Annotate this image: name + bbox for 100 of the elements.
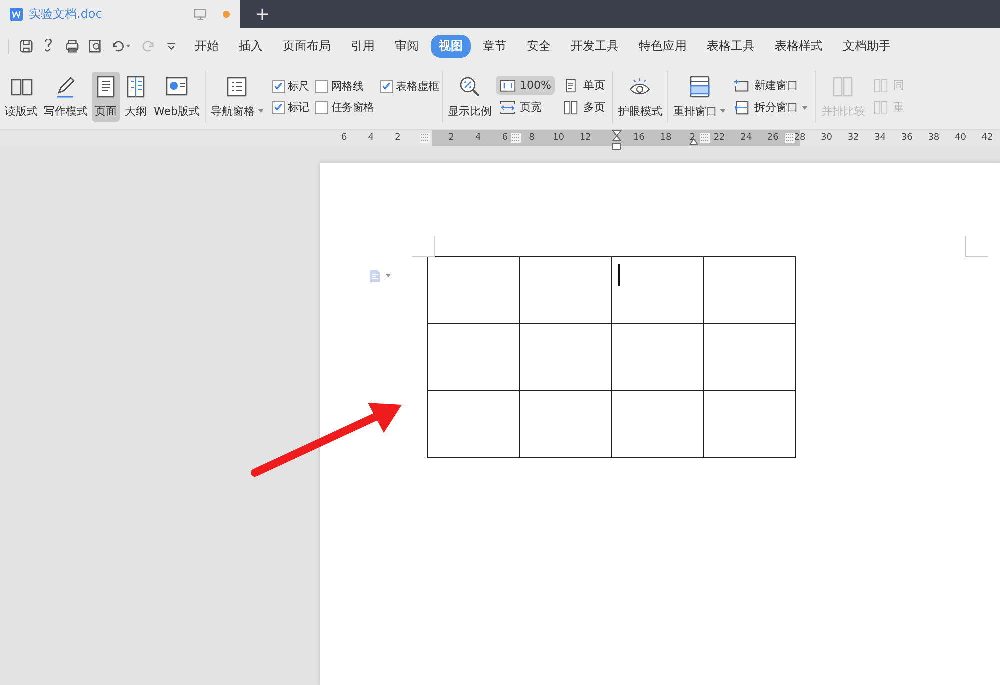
option-checkbox[interactable]: 标尺 — [272, 78, 310, 94]
page-fit-button[interactable]: 多页 — [559, 98, 610, 117]
checkbox[interactable] — [315, 80, 328, 92]
print-icon[interactable] — [65, 38, 80, 54]
menu-tab[interactable]: 开发工具 — [563, 34, 627, 58]
menu-tab[interactable]: 章节 — [475, 34, 515, 58]
ruler-number: 4 — [368, 133, 374, 143]
document-icon — [10, 8, 23, 20]
checkbox[interactable] — [272, 100, 285, 114]
menu-tab[interactable]: 文档助手 — [835, 34, 899, 58]
table-cell[interactable] — [428, 390, 520, 458]
view-mode-button[interactable]: Web版式 — [152, 72, 202, 122]
ruler-number: 4 — [476, 133, 482, 143]
caret-icon — [386, 274, 391, 278]
option-checkbox[interactable]: 标记 — [272, 100, 310, 114]
menu-tab[interactable]: 插入 — [231, 34, 271, 58]
table-cell[interactable] — [428, 324, 520, 390]
ruler-number: 38 — [928, 133, 940, 143]
margin-grip-icon[interactable] — [785, 133, 795, 143]
right-indent-icon[interactable] — [689, 138, 699, 146]
caret-icon — [720, 109, 726, 113]
menu-tab[interactable]: 特色应用 — [631, 34, 695, 58]
view-mode-button[interactable]: 大纲 — [122, 72, 150, 122]
ruler-number: 16 — [633, 133, 645, 143]
menu-tab[interactable]: 安全 — [519, 34, 559, 58]
ruler-number: 40 — [955, 133, 966, 143]
split-window-icon — [734, 100, 750, 114]
view-mode-button[interactable]: 写作模式 — [42, 72, 90, 122]
margin-grip-icon[interactable] — [420, 133, 430, 143]
actual-size-icon — [500, 78, 516, 92]
table-cell[interactable] — [612, 256, 704, 324]
menu-tab[interactable]: 页面布局 — [275, 34, 339, 58]
eye-care-button[interactable]: 护眼模式 — [616, 72, 664, 122]
columns-icon — [873, 78, 890, 92]
ruler-number: 26 — [767, 133, 779, 143]
zoom-percent-icon — [458, 74, 482, 98]
margin-corner-mark — [412, 236, 435, 257]
web-page-icon — [164, 74, 189, 98]
two-columns-icon — [831, 74, 856, 98]
view-mode-button[interactable]: 读版式 — [3, 72, 40, 122]
option-checkbox[interactable]: 任务窗格 — [315, 100, 374, 114]
ruler-number: 42 — [982, 133, 994, 143]
ruler-number: 36 — [901, 133, 913, 143]
table-cell[interactable] — [704, 324, 796, 390]
new-window-icon — [734, 78, 750, 92]
print-preview-icon[interactable] — [88, 38, 103, 54]
page-fit-button[interactable]: 100% — [496, 76, 556, 95]
view-mode-button[interactable]: 页面 — [92, 72, 120, 122]
checkbox[interactable] — [380, 80, 394, 92]
menu-tab[interactable]: 表格样式 — [767, 34, 831, 58]
menu-tab[interactable]: 审阅 — [387, 34, 427, 58]
ruler-number: 24 — [740, 133, 752, 143]
menu-tab[interactable]: 表格工具 — [699, 34, 763, 58]
option-checkbox[interactable]: 表格虚框 — [380, 78, 440, 94]
zoom-button[interactable]: 显示比例 — [446, 72, 494, 122]
menu-tab[interactable]: 开始 — [187, 34, 227, 58]
window-action-button[interactable]: 拆分窗口 — [730, 98, 812, 117]
window-action-button[interactable]: 新建窗口 — [730, 76, 812, 95]
ruler-number: 22 — [714, 133, 726, 143]
ruler-number: 30 — [821, 133, 832, 143]
text-cursor — [618, 264, 620, 286]
table-cell[interactable] — [520, 324, 612, 390]
rearrange-windows-button[interactable]: 重排窗口 — [671, 72, 728, 122]
caret-icon — [802, 106, 808, 110]
list-icon — [225, 74, 250, 98]
table-cell[interactable] — [704, 256, 796, 324]
ruler-number: 28 — [794, 133, 806, 143]
checkbox[interactable] — [315, 100, 328, 114]
ruler-number: 10 — [553, 133, 564, 143]
table-cell[interactable] — [428, 256, 520, 324]
ruler-number: 12 — [580, 133, 592, 143]
ruler-number: 18 — [660, 133, 672, 143]
ruler-number: 2 — [395, 133, 401, 143]
ruler-number: 6 — [342, 133, 348, 143]
ruler-number: 8 — [529, 133, 535, 143]
menu-tab[interactable]: 引用 — [343, 34, 383, 58]
indent-marker-icon[interactable] — [612, 130, 622, 152]
page-width-icon — [500, 100, 516, 114]
table-cell[interactable] — [520, 390, 612, 458]
ruler-number: 6 — [502, 133, 508, 143]
checkbox[interactable] — [272, 80, 285, 92]
navigation-pane-button[interactable]: 导航窗格 — [208, 72, 266, 122]
caret-icon — [258, 109, 264, 113]
ruler-number: 34 — [874, 133, 886, 143]
table-cell[interactable] — [612, 390, 704, 458]
multiple-pages-icon — [563, 100, 580, 114]
undo-icon[interactable] — [111, 38, 133, 54]
page-fit-button[interactable]: 页宽 — [496, 98, 556, 117]
column-grip-icon[interactable] — [700, 133, 710, 143]
page-fit-button[interactable]: 单页 — [559, 76, 610, 95]
ruler-number: 2 — [448, 133, 454, 143]
new-tab-icon[interactable] — [256, 8, 269, 20]
save-icon[interactable] — [19, 38, 34, 54]
option-checkbox[interactable]: 网格线 — [315, 78, 374, 94]
table-cell[interactable] — [704, 390, 796, 458]
columns-icon — [873, 100, 890, 114]
document-title: 实验文档.doc — [29, 6, 104, 22]
table-cell[interactable] — [520, 256, 612, 324]
column-grip-icon[interactable] — [511, 133, 521, 143]
table-cell[interactable] — [612, 324, 704, 390]
